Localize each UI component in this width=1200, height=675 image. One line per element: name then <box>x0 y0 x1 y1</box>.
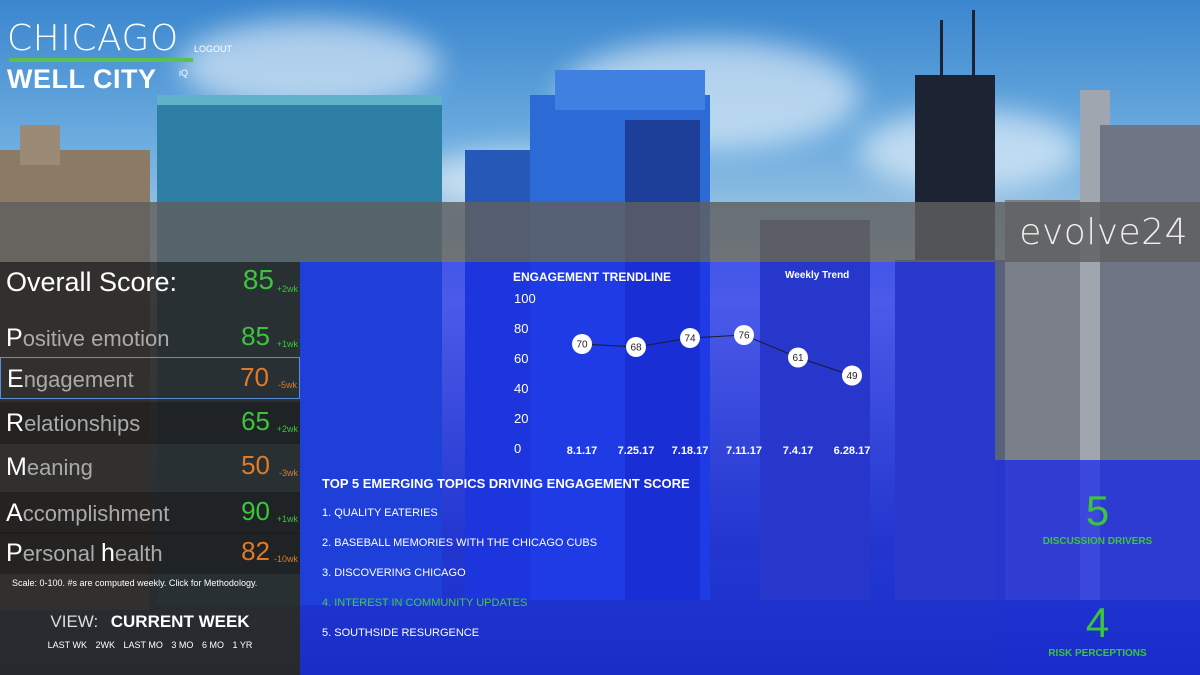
range-option-2wk[interactable]: 2WK <box>96 640 116 650</box>
score-row-accomplishment[interactable]: Accomplishment 90 +1wk <box>0 492 300 534</box>
range-option-6mo[interactable]: 6 MO <box>202 640 224 650</box>
score-initial: A <box>6 499 23 527</box>
y-tick-label: 100 <box>514 291 536 306</box>
score-change: +1wk <box>276 339 298 349</box>
data-label: 74 <box>684 334 696 345</box>
kpi-panel: 5 DISCUSSION DRIVERS 4 RISK PERCEPTIONS <box>995 460 1200 675</box>
kpi-risk-perceptions[interactable]: 4 RISK PERCEPTIONS <box>995 599 1200 660</box>
score-value: 65 <box>241 406 270 436</box>
y-tick-label: 40 <box>514 381 528 396</box>
data-label: 76 <box>738 331 750 342</box>
methodology-link[interactable]: Scale: 0-100. #s are computed weekly. Cl… <box>12 578 257 588</box>
y-tick-label: 60 <box>514 351 528 366</box>
data-label: 61 <box>792 353 804 364</box>
score-initial: E <box>7 365 24 393</box>
topic-item[interactable]: 3. DISCOVERING CHICAGO <box>322 565 962 595</box>
score-initial-2: h <box>100 539 115 567</box>
logo-iq: iQ <box>179 68 188 78</box>
y-tick-label: 0 <box>514 441 521 456</box>
score-row-positive-emotion[interactable]: Positive emotion 85 +1wk <box>0 317 300 359</box>
topic-item[interactable]: 5. SOUTHSIDE RESURGENCE <box>322 625 962 655</box>
score-change: -3wk <box>278 468 298 478</box>
view-current[interactable]: CURRENT WEEK <box>111 612 250 631</box>
range-option-last-wk[interactable]: LAST WK <box>48 640 87 650</box>
score-label: ositive emotion <box>22 326 170 351</box>
x-tick-label: 7.11.17 <box>726 445 762 457</box>
topics-title: TOP 5 EMERGING TOPICS DRIVING ENGAGEMENT… <box>322 476 690 491</box>
score-initial: M <box>6 453 27 481</box>
score-row-personal-health[interactable]: Personal health 82 -10wk <box>0 532 300 574</box>
score-change: -10wk <box>273 554 298 564</box>
overall-score-row[interactable]: Overall Score: 85 +2wk <box>0 262 300 304</box>
score-value: 85 <box>241 321 270 351</box>
chicago-well-city-logo: CHICAGO LOGOUT WELL CITY iQ <box>7 18 237 98</box>
topic-item[interactable]: 1. QUALITY EATERIES <box>322 505 962 535</box>
overall-score-change: +2wk <box>276 284 298 294</box>
logo-city: CHICAGO <box>7 18 179 59</box>
score-label-2: ealth <box>114 541 163 566</box>
range-options: LAST WK 2WK LAST MO 3 MO 6 MO 1 YR <box>0 640 300 650</box>
topic-item[interactable]: 2. BASEBALL MEMORIES WITH THE CHICAGO CU… <box>322 535 962 565</box>
trend-line <box>581 334 853 376</box>
score-initial: R <box>6 409 25 437</box>
y-tick-label: 80 <box>514 321 528 336</box>
score-label: ngagement <box>23 367 134 392</box>
engagement-panel: ENGAGEMENT TRENDLINE Weekly Trend 0 20 40 6… <box>300 262 995 675</box>
logo-well-city: WELL CITY <box>7 64 157 94</box>
logo-underline <box>9 58 193 62</box>
score-value: 82 <box>241 536 270 566</box>
score-row-engagement[interactable]: Engagement 70 -5wk <box>0 357 300 399</box>
logout-link[interactable]: LOGOUT <box>194 44 232 54</box>
x-tick-label: 7.25.17 <box>618 445 655 457</box>
score-initial: P <box>6 324 23 352</box>
view-selector: VIEW: CURRENT WEEK <box>0 612 300 632</box>
score-label: elationships <box>24 411 141 436</box>
view-label: VIEW: <box>50 612 99 631</box>
data-label: 70 <box>576 340 588 351</box>
score-row-meaning[interactable]: Meaning 50 -3wk <box>0 446 300 488</box>
brand-evolve24: evolve24 <box>1019 212 1188 253</box>
x-tick-label: 7.4.17 <box>783 445 814 457</box>
kpi-value: 5 <box>1085 487 1110 534</box>
score-label: ccomplishment <box>22 501 170 526</box>
score-value: 70 <box>240 362 269 392</box>
range-option-3mo[interactable]: 3 MO <box>171 640 193 650</box>
score-initial: P <box>6 539 23 567</box>
y-tick-label: 20 <box>514 411 528 426</box>
x-tick-label: 8.1.17 <box>567 445 598 457</box>
x-tick-label: 7.18.17 <box>672 445 709 457</box>
range-option-1yr[interactable]: 1 YR <box>232 640 252 650</box>
engagement-trend-chart: 0 20 40 60 80 100 70 8.1.17 68 7.25.17 74 7.18.17 76… <box>514 291 871 457</box>
score-change: +2wk <box>276 424 298 434</box>
data-label: 68 <box>630 343 642 354</box>
x-tick-label: 6.28.17 <box>834 445 871 457</box>
score-panel: Overall Score: 85 +2wk Positive emotion … <box>0 262 300 675</box>
score-value: 90 <box>241 496 270 526</box>
score-change: +1wk <box>276 514 298 524</box>
score-row-relationships[interactable]: Relationships 65 +2wk <box>0 402 300 444</box>
kpi-caption: DISCUSSION DRIVERS <box>1042 536 1153 547</box>
score-label: eaning <box>26 455 93 480</box>
data-label: 49 <box>846 371 858 382</box>
topic-item-highlighted[interactable]: 4. INTEREST IN COMMUNITY UPDATES <box>322 595 962 625</box>
kpi-discussion-drivers[interactable]: 5 DISCUSSION DRIVERS <box>995 487 1200 548</box>
kpi-caption: RISK PERCEPTIONS <box>1048 648 1147 659</box>
overall-score-label: Overall Score: <box>6 267 178 297</box>
score-change: -5wk <box>277 380 297 390</box>
range-option-last-mo[interactable]: LAST MO <box>124 640 163 650</box>
score-value: 50 <box>241 450 270 480</box>
overall-score-value: 85 <box>242 264 274 295</box>
score-label: ersonal <box>22 541 101 566</box>
header-band: evolve24 <box>0 202 1200 262</box>
emerging-topics: TOP 5 EMERGING TOPICS DRIVING ENGAGEMENT… <box>322 476 962 655</box>
kpi-value: 4 <box>1085 599 1110 646</box>
